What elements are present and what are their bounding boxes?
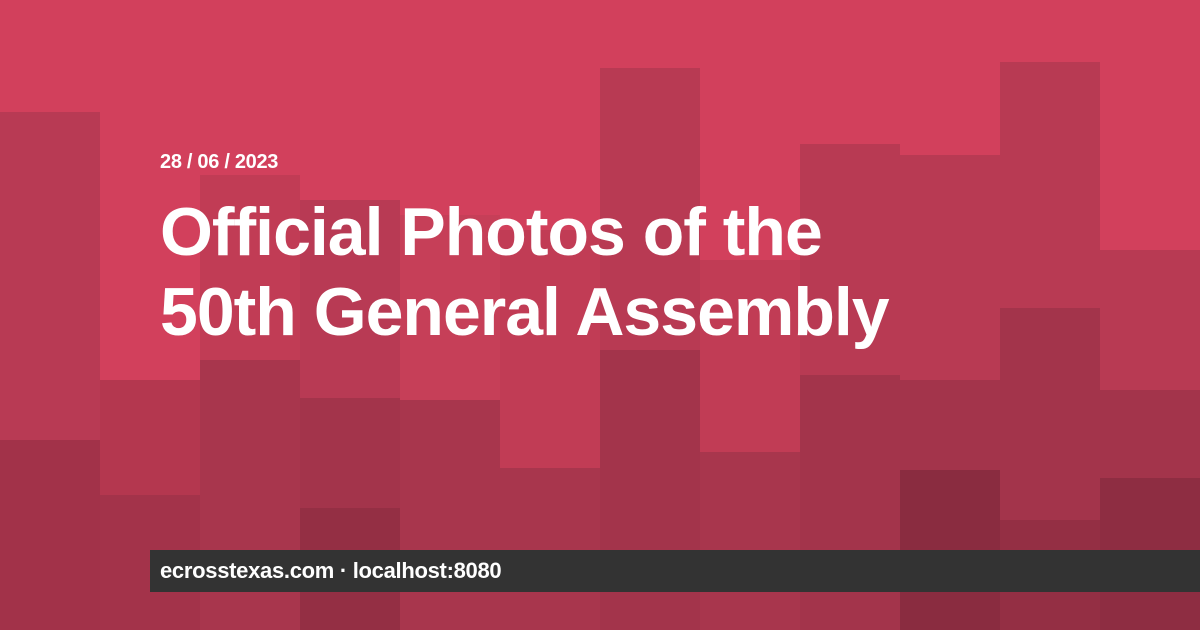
site-domain-text: ecrosstexas.com · localhost:8080 [160,558,502,583]
background-block [500,468,600,630]
card-content: 28 / 06 / 2023 Official Photos of the 50… [160,148,1160,352]
post-title-line-2: 50th General Assembly [160,274,890,350]
post-title-line-1: Official Photos of the [160,194,823,270]
background-block [700,452,800,630]
post-date: 28 / 06 / 2023 [160,151,279,173]
site-footer-bar: ecrosstexas.com · localhost:8080 [150,550,1200,592]
background-block [0,440,100,630]
post-title: Official Photos of the 50th General Asse… [160,192,1160,352]
background-block [400,400,500,630]
